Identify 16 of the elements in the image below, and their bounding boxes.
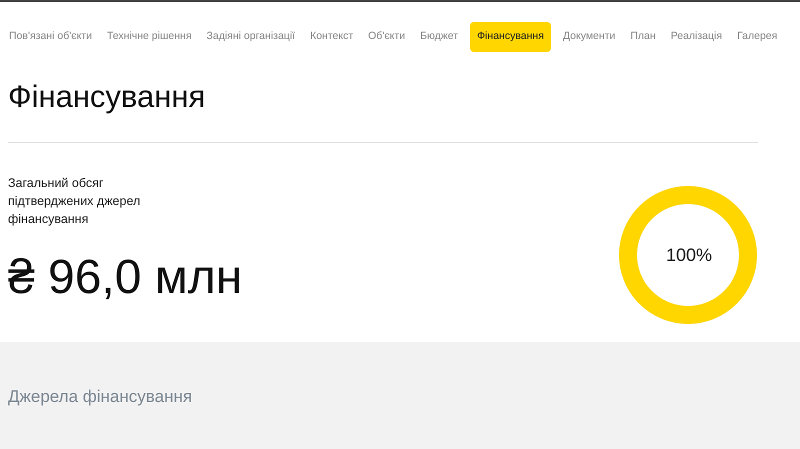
nav-tab[interactable]: Пов'язані об'єкти	[6, 22, 95, 52]
nav-tab[interactable]: Задіяні організації	[204, 22, 298, 52]
nav-tab[interactable]: Фінансування	[470, 22, 551, 52]
nav-tab[interactable]: Галерея	[734, 22, 780, 52]
nav-tab[interactable]: Об'єкти	[365, 22, 408, 52]
summary-label: Загальний обсяг підтверджених джерел фінансування	[8, 175, 142, 228]
nav-tab[interactable]: План	[627, 22, 659, 52]
nav-tab[interactable]: Бюджет	[417, 22, 462, 52]
nav-tab[interactable]: Реалізація	[668, 22, 726, 52]
funding-amount: ₴ 96,0 млн	[8, 250, 242, 306]
nav-tab[interactable]: Технічне рішення	[104, 22, 195, 52]
nav-tab[interactable]: Контекст	[307, 22, 356, 52]
ring-percentage: 100%	[666, 244, 712, 266]
page-title: Фінансування	[8, 78, 206, 116]
nav-tab[interactable]: Документи	[560, 22, 618, 52]
section-title: Джерела фінансування	[8, 386, 192, 408]
